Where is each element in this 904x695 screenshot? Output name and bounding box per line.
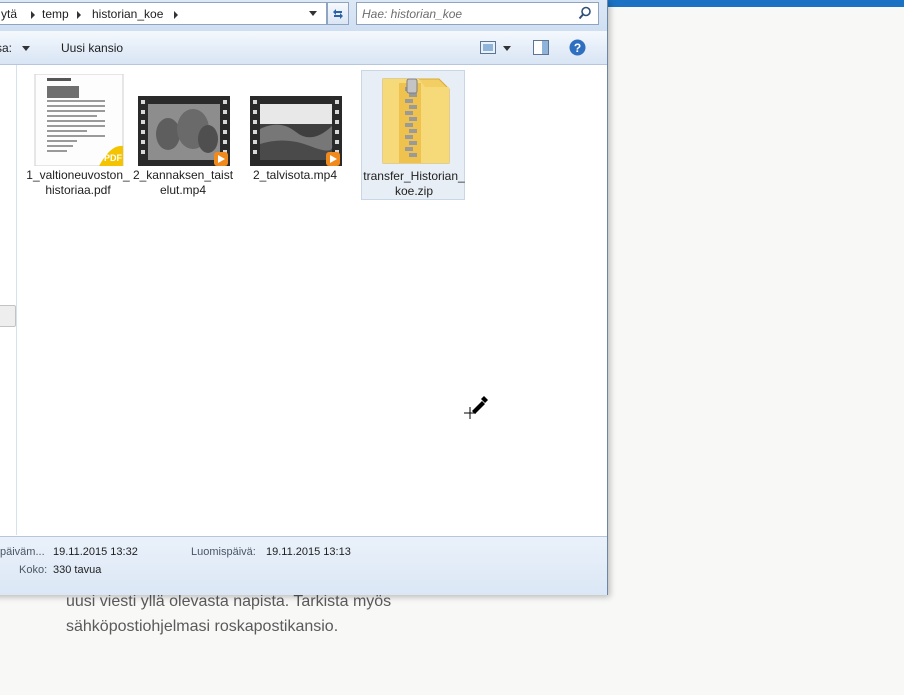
eyedropper-cursor-icon <box>464 396 488 419</box>
details-pane: päiväm... 19.11.2015 13:32 Luomispäivä: … <box>0 536 607 595</box>
search-icon[interactable] <box>578 6 592 20</box>
created-date-value: 19.11.2015 13:13 <box>266 546 351 558</box>
share-with-menu[interactable]: ssa: <box>0 41 12 55</box>
navigation-pane <box>0 65 17 535</box>
command-bar: ssa: Uusi kansio ? <box>0 31 607 65</box>
breadcrumb-item-temp[interactable]: temp <box>42 7 69 21</box>
address-bar-row: ytä temp historian_koe Hae: historian_ko… <box>0 0 607 31</box>
breadcrumb-item[interactable]: ytä <box>1 7 17 21</box>
file-item-zip[interactable]: transfer_Historian_koe.zip <box>361 70 465 200</box>
breadcrumb-arrow-icon[interactable] <box>77 11 81 19</box>
refresh-icon <box>333 9 343 19</box>
video-thumbnail <box>138 96 230 166</box>
view-options-icon[interactable] <box>480 41 496 54</box>
svg-text:PDF: PDF <box>104 153 123 163</box>
address-dropdown-icon[interactable] <box>309 11 317 16</box>
explorer-window: ytä temp historian_koe Hae: historian_ko… <box>0 0 608 595</box>
modified-date-value: 19.11.2015 13:32 <box>53 546 138 558</box>
view-dropdown-icon[interactable] <box>503 46 511 51</box>
breadcrumb-arrow-icon[interactable] <box>31 11 35 19</box>
modified-date-label: päiväm... <box>0 546 45 558</box>
size-value: 330 tavua <box>53 564 102 576</box>
refresh-button[interactable] <box>327 2 349 25</box>
preview-pane-icon[interactable] <box>533 40 549 55</box>
video-thumbnail <box>250 96 342 166</box>
svg-text:?: ? <box>574 41 581 55</box>
zip-folder-icon <box>382 78 450 164</box>
breadcrumb-item-historian-koe[interactable]: historian_koe <box>92 7 163 21</box>
file-name: 1_valtioneuvoston_historiaa.pdf <box>26 168 130 197</box>
help-icon[interactable]: ? <box>569 39 586 56</box>
file-item-video[interactable]: 2_kannaksen_taistelut.mp4 <box>131 70 235 200</box>
file-item-video[interactable]: 2_talvisota.mp4 <box>243 70 347 200</box>
new-folder-button[interactable]: Uusi kansio <box>61 41 123 55</box>
pdf-document-thumbnail: PDF <box>34 74 124 166</box>
size-label: Koko: <box>19 564 48 576</box>
file-name: 2_kannaksen_taistelut.mp4 <box>132 168 234 197</box>
file-list-area: PDF 1_valtioneuvoston_historiaa.pdf 2_ka… <box>17 65 607 535</box>
page-body-text: uusi viesti yllä olevasta napista. Tarki… <box>66 589 446 639</box>
chevron-down-icon[interactable] <box>22 46 30 51</box>
search-input[interactable]: Hae: historian_koe <box>362 7 462 21</box>
search-box[interactable]: Hae: historian_koe <box>356 2 599 25</box>
created-date-label: Luomispäivä: <box>191 546 256 558</box>
file-name: transfer_Historian_koe.zip <box>363 169 465 198</box>
navigation-scrollbar-thumb[interactable] <box>0 305 16 327</box>
file-name: 2_talvisota.mp4 <box>252 168 338 182</box>
page-text-line: sähköpostiohjelmasi roskapostikansio. <box>66 618 339 635</box>
file-item-pdf[interactable]: PDF 1_valtioneuvoston_historiaa.pdf <box>26 70 130 200</box>
page-top-accent-bar <box>600 0 904 7</box>
breadcrumb-arrow-icon[interactable] <box>174 11 178 19</box>
address-bar[interactable]: ytä temp historian_koe <box>0 2 327 25</box>
